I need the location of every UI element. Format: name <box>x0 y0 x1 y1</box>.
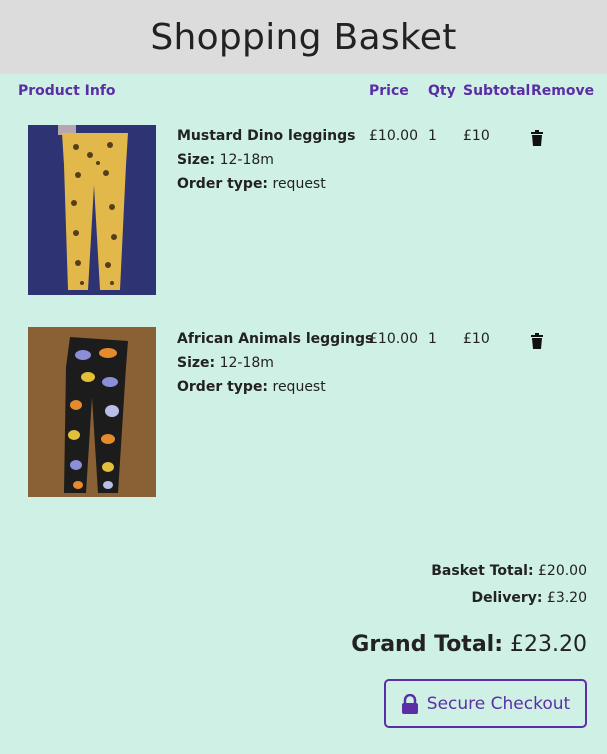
delivery-value: £3.20 <box>546 590 587 606</box>
trash-icon[interactable] <box>530 130 544 146</box>
delivery-total: Delivery: £3.20 <box>471 590 587 606</box>
item-qty: 1 <box>428 331 437 347</box>
trash-icon[interactable] <box>530 333 544 349</box>
product-name: African Animals leggings <box>177 331 374 347</box>
lock-icon <box>401 693 418 714</box>
order-type-value: request <box>272 379 326 395</box>
product-name: Mustard Dino leggings <box>177 128 356 144</box>
product-image[interactable] <box>28 125 156 295</box>
product-order-type: Order type: request <box>177 176 326 192</box>
product-order-type: Order type: request <box>177 379 326 395</box>
column-header-price: Price <box>369 83 409 99</box>
order-type-label: Order type: <box>177 379 269 395</box>
delivery-label: Delivery: <box>471 590 543 606</box>
basket-total: Basket Total: £20.00 <box>431 563 587 579</box>
grand-total: Grand Total: £23.20 <box>351 632 587 657</box>
page-title: Shopping Basket <box>150 16 457 58</box>
grand-total-label: Grand Total: <box>351 632 504 657</box>
column-header-subtotal: Subtotal <box>463 83 531 99</box>
secure-checkout-button[interactable]: Secure Checkout <box>384 679 587 728</box>
page-header: Shopping Basket <box>0 0 607 74</box>
item-qty: 1 <box>428 128 437 144</box>
order-type-value: request <box>272 176 326 192</box>
item-subtotal: £10 <box>463 331 490 347</box>
size-value: 12-18m <box>219 152 274 168</box>
size-label: Size: <box>177 152 216 168</box>
column-header-product-info: Product Info <box>18 83 116 99</box>
product-size: Size: 12-18m <box>177 355 274 371</box>
order-type-label: Order type: <box>177 176 269 192</box>
african-animals-leggings-image <box>28 327 156 497</box>
column-header-qty: Qty <box>428 83 456 99</box>
size-label: Size: <box>177 355 216 371</box>
item-subtotal: £10 <box>463 128 490 144</box>
item-price: £10.00 <box>369 331 418 347</box>
grand-total-value: £23.20 <box>510 632 587 657</box>
mustard-dino-leggings-image <box>28 125 156 295</box>
column-header-remove: Remove <box>531 83 595 99</box>
product-image[interactable] <box>28 327 156 497</box>
item-price: £10.00 <box>369 128 418 144</box>
basket-total-value: £20.00 <box>538 563 587 579</box>
secure-checkout-label: Secure Checkout <box>426 693 571 714</box>
size-value: 12-18m <box>219 355 274 371</box>
basket-total-label: Basket Total: <box>431 563 534 579</box>
product-size: Size: 12-18m <box>177 152 274 168</box>
